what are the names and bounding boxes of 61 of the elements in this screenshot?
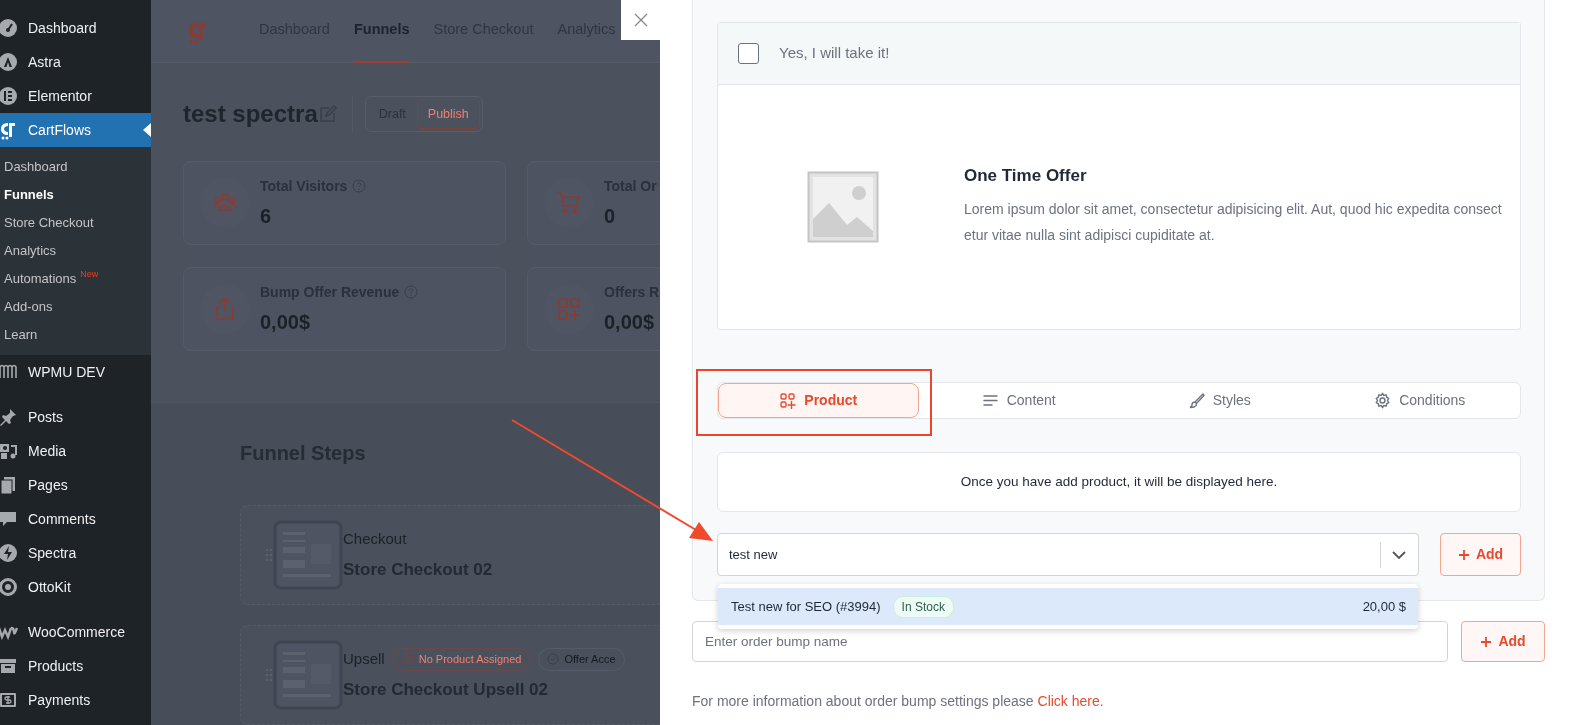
image-placeholder-icon [807,171,879,243]
ring-icon [0,577,18,597]
tab[interactable]: Product [718,383,919,418]
checkbox-label: Yes, I will take it! [779,43,890,64]
sidebar-item[interactable]: Spectra [0,536,151,570]
grid-plus-icon [779,392,797,409]
stat-value: 0,00$ [260,309,312,335]
submenu-item[interactable]: Funnels [0,181,151,209]
submenu-item[interactable]: Learn [0,321,151,349]
gear-icon [1374,392,1392,409]
sidebar-item[interactable]: WPMU DEV [0,355,151,389]
checkbox[interactable] [738,43,759,64]
plus-icon [1457,548,1470,561]
sidebar-item[interactable]: Elementor [0,79,151,113]
plus-icon [1480,635,1493,648]
sidebar-item[interactable]: Dashboard [0,11,151,45]
submenu-item[interactable]: Add-ons [0,293,151,321]
stat-value: 0,00$ [604,309,656,335]
alert-icon [401,653,414,666]
grid-plus-icon [555,295,583,323]
submenu-item[interactable]: Store Checkout [0,209,151,237]
sidebar-item[interactable]: Comments [0,502,151,536]
option-price: 20,00 $ [1362,597,1406,616]
lines-icon [981,392,999,409]
new-label: New [80,268,99,281]
sidebar-item[interactable]: Astra [0,45,151,79]
submenu-item[interactable]: Dashboard [0,153,151,181]
help-link[interactable]: Click here. [1037,693,1104,709]
sidebar-item[interactable]: Posts [0,400,151,434]
brush-icon [1187,392,1205,409]
add-button[interactable]: Add [1440,533,1521,576]
sidebar-item[interactable]: Payments [0,683,151,717]
sidebar-item[interactable]: WooCommerce [0,615,151,649]
add-button[interactable]: Add [1461,621,1545,662]
sidebar-item[interactable]: Products [0,649,151,683]
page-thumbnail-drawing [273,640,343,710]
close-icon [633,13,648,27]
page-thumbnail-drawing [273,520,343,590]
submenu-item[interactable]: Analytics [0,237,151,265]
pin-icon [0,407,18,427]
offer-title: One Time Offer [964,165,1088,187]
tab[interactable]: Styles [1119,383,1320,418]
stock-badge: In Stock [892,595,954,618]
sidebar-item[interactable]: CartFlows [0,113,151,147]
option-name: Test new for SEO (#3994) [731,597,881,616]
sidebar-item[interactable]: Pages [0,468,151,502]
cart-logo-icon [0,120,18,140]
submenu-item[interactable]: Automations New [0,265,151,293]
drag-handle-icon [265,668,273,682]
offer-description: Lorem ipsum dolor sit amet, consectetur adipisicing elit. Aut, quod hic expedita consectetur vitae nulla sint adipisci cupiditate at. [964,200,1503,246]
stat-value: 0 [604,203,617,229]
sidebar-item[interactable]: Media [0,434,151,468]
sidebar-item[interactable]: OttoKit [0,570,151,604]
comment-icon [0,509,18,529]
tab[interactable]: Content [918,383,1119,418]
stat-value: 6 [260,203,273,229]
dropdown-option[interactable]: Test new for SEO (#3994) In Stock 20,00 $ [718,588,1418,625]
empty-message: Once you have add product, it will be displayed here. [960,472,1278,491]
tab[interactable]: Conditions [1319,383,1520,418]
drag-handle-icon [265,548,273,562]
help-text: For more information about order bump settings please Click here. [692,692,1105,711]
